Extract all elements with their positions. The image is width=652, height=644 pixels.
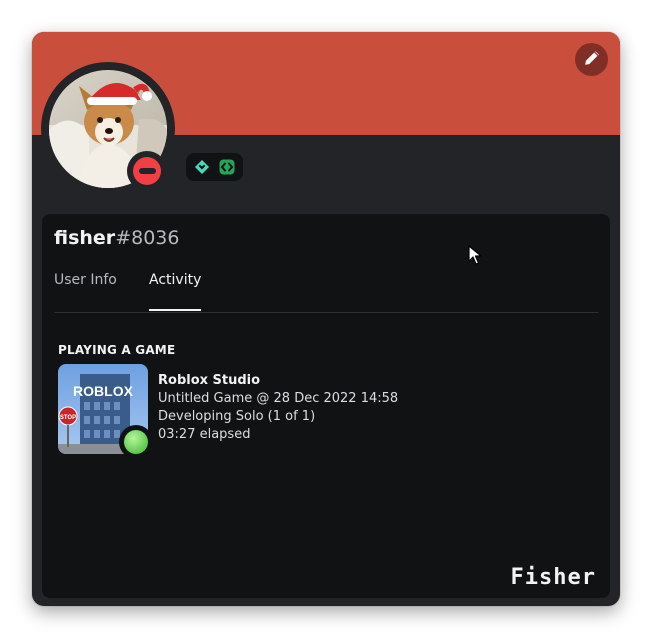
pencil-icon bbox=[583, 49, 601, 71]
activity-section-title: PLAYING A GAME bbox=[58, 343, 176, 357]
profile-card: fisher#8036 User Info Activity PLAYING A… bbox=[32, 32, 620, 606]
activity-details-line: Untitled Game @ 28 Dec 2022 14:58 bbox=[158, 391, 399, 406]
badge-list bbox=[186, 153, 243, 181]
tab-activity[interactable]: Activity bbox=[149, 272, 202, 311]
active-developer-icon[interactable] bbox=[217, 157, 237, 177]
activity-name: Roblox Studio bbox=[158, 373, 261, 388]
game-status-icon bbox=[124, 430, 148, 454]
profile-tabs: User Info Activity bbox=[54, 272, 598, 313]
game-status-indicator bbox=[119, 425, 153, 459]
activity-details: Roblox Studio Untitled Game @ 28 Dec 202… bbox=[158, 372, 398, 444]
profile-body: fisher#8036 User Info Activity PLAYING A… bbox=[42, 214, 610, 598]
username-name: fisher bbox=[54, 227, 116, 249]
watermark-text: Fisher bbox=[510, 565, 596, 590]
edit-profile-button[interactable] bbox=[575, 43, 608, 76]
hypesquad-balance-icon[interactable] bbox=[192, 157, 212, 177]
mouse-cursor-icon bbox=[468, 245, 482, 269]
activity-state-line: Developing Solo (1 of 1) bbox=[158, 409, 316, 424]
username-discriminator: #8036 bbox=[115, 227, 180, 249]
do-not-disturb-icon bbox=[133, 157, 161, 185]
game-sign-text: STOP bbox=[60, 415, 76, 421]
tab-user-info[interactable]: User Info bbox=[54, 272, 117, 310]
status-indicator bbox=[127, 151, 167, 191]
username: fisher#8036 bbox=[54, 227, 179, 249]
game-logo-text: ROBLOX bbox=[73, 383, 134, 399]
activity-elapsed: 03:27 elapsed bbox=[158, 427, 251, 442]
